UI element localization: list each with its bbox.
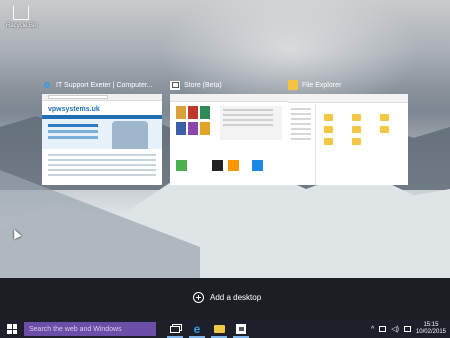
system-tray: ^ ◁) 15:15 10/02/2015 <box>371 320 446 338</box>
add-desktop-label: Add a desktop <box>210 293 262 302</box>
app-tile <box>212 160 223 171</box>
app-tile <box>176 160 187 171</box>
app-tile <box>200 106 210 119</box>
task-view-icon <box>170 325 180 333</box>
window-title: Store (Beta) <box>184 81 222 89</box>
windows-logo-icon <box>7 324 17 334</box>
address-bar <box>48 95 108 99</box>
plus-circle-icon <box>193 292 204 303</box>
folder-icon <box>380 114 389 121</box>
folder-icon <box>324 114 333 121</box>
store-icon <box>236 324 246 334</box>
clock-date: 10/02/2015 <box>415 329 446 335</box>
task-view-window-store[interactable]: Store (Beta) <box>170 78 290 185</box>
recycle-bin-label: Recycle Bin <box>6 23 38 29</box>
app-tile <box>200 122 210 135</box>
search-placeholder: Search the web and Windows <box>29 325 122 333</box>
clock-time: 15:15 <box>423 322 439 328</box>
app-tile <box>176 122 186 135</box>
hero-text-lines <box>48 124 98 127</box>
app-tile <box>252 160 263 171</box>
site-logo: vpwsystems.uk <box>48 106 100 113</box>
recycle-bin-icon <box>13 6 29 20</box>
clock[interactable]: 15:15 10/02/2015 <box>416 322 446 336</box>
app-tile <box>188 106 198 119</box>
network-icon[interactable] <box>379 326 387 332</box>
folder-icon <box>324 126 333 133</box>
file-explorer-icon <box>288 80 298 90</box>
window-thumbnail[interactable] <box>170 94 290 185</box>
search-box[interactable]: Search the web and Windows <box>24 322 156 336</box>
window-title-bar: File Explorer <box>288 78 408 92</box>
window-title: IT Support Exeter | Computer... <box>56 81 153 89</box>
app-tile <box>228 160 239 171</box>
taskbar: Search the web and Windows e ^ ◁) 15:15 … <box>0 320 450 338</box>
window-title-bar: e IT Support Exeter | Computer... <box>42 78 162 92</box>
start-button[interactable] <box>0 320 24 338</box>
folder-icon <box>352 126 361 133</box>
store-icon <box>170 80 180 90</box>
internet-explorer-icon: e <box>43 79 51 91</box>
taskbar-store[interactable] <box>230 320 252 338</box>
internet-explorer-icon: e <box>193 322 201 336</box>
navigation-pane <box>288 104 316 185</box>
taskbar-internet-explorer[interactable]: e <box>186 320 208 338</box>
task-view-window-ie[interactable]: e IT Support Exeter | Computer... vpwsys… <box>42 78 162 185</box>
store-header <box>170 94 290 102</box>
app-tile <box>188 122 198 135</box>
volume-icon[interactable]: ◁) <box>391 325 399 333</box>
task-view-button[interactable] <box>164 320 186 338</box>
store-panel <box>220 106 282 140</box>
folder-icon <box>352 138 361 145</box>
hero-person-image <box>112 121 148 149</box>
page-text-lines <box>48 154 156 156</box>
navigation-items <box>291 108 311 110</box>
app-tile <box>176 106 186 119</box>
folder-icon <box>380 126 389 133</box>
window-thumbnail[interactable]: vpwsystems.uk <box>42 94 162 185</box>
file-explorer-icon <box>213 325 225 333</box>
folder-icon <box>324 138 333 145</box>
window-title: File Explorer <box>302 81 342 89</box>
window-title-bar: Store (Beta) <box>170 78 290 92</box>
folder-icon <box>352 114 361 121</box>
taskbar-file-explorer[interactable] <box>208 320 230 338</box>
window-thumbnail[interactable] <box>288 94 408 185</box>
recycle-bin[interactable]: Recycle Bin <box>6 6 38 29</box>
action-center-icon[interactable] <box>403 326 411 332</box>
chevron-up-icon[interactable]: ^ <box>371 326 374 333</box>
store-text-lines <box>223 109 273 111</box>
explorer-ribbon <box>288 94 408 103</box>
task-view-window-file-explorer[interactable]: File Explorer <box>288 78 408 185</box>
add-desktop-button[interactable]: Add a desktop <box>193 292 261 303</box>
